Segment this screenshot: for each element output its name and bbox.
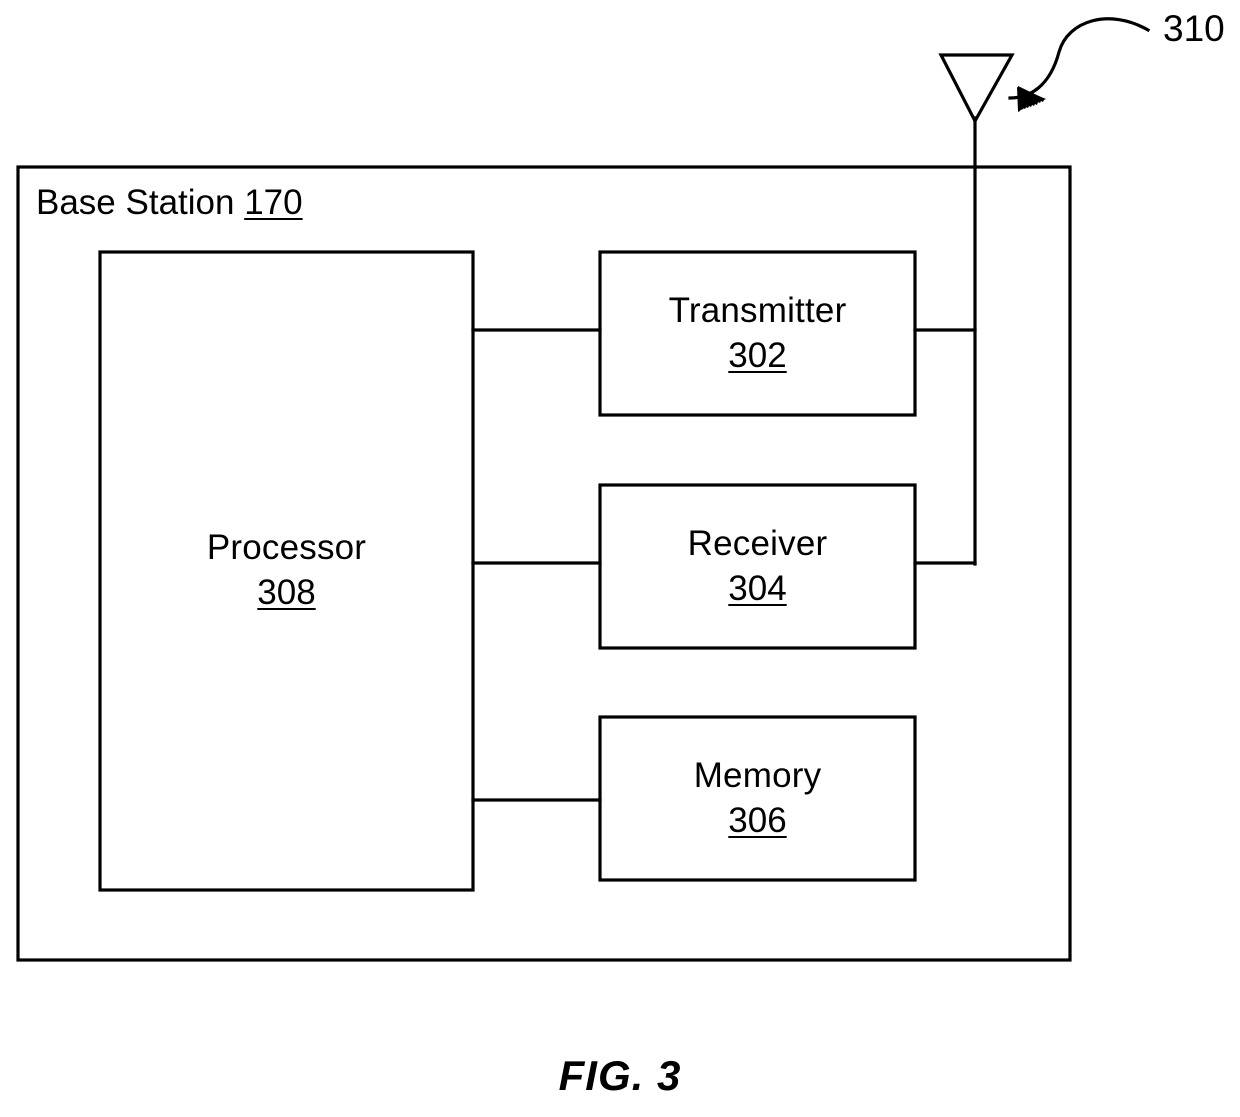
memory-block-box xyxy=(598,715,917,882)
receiver-block-box xyxy=(598,483,917,650)
figure-3-block-diagram: Base Station 170 Processor 308 Transmitt… xyxy=(0,0,1240,1117)
base-station-label-space xyxy=(234,183,244,222)
leader-line-310 xyxy=(1008,17,1151,100)
processor-block-box xyxy=(98,250,475,892)
antenna-reference-numeral: 310 xyxy=(1163,8,1225,49)
base-station-label: Base Station 170 xyxy=(36,183,303,223)
diagram-canvas xyxy=(16,17,1151,962)
figure-caption: FIG. 3 xyxy=(558,1052,682,1099)
transmitter-block-box xyxy=(598,250,917,417)
base-station-reference-numeral: 170 xyxy=(244,183,303,222)
base-station-title: Base Station xyxy=(36,183,235,222)
antenna-icon xyxy=(938,53,1015,125)
leader-arrowhead-310-solid xyxy=(1017,87,1046,111)
